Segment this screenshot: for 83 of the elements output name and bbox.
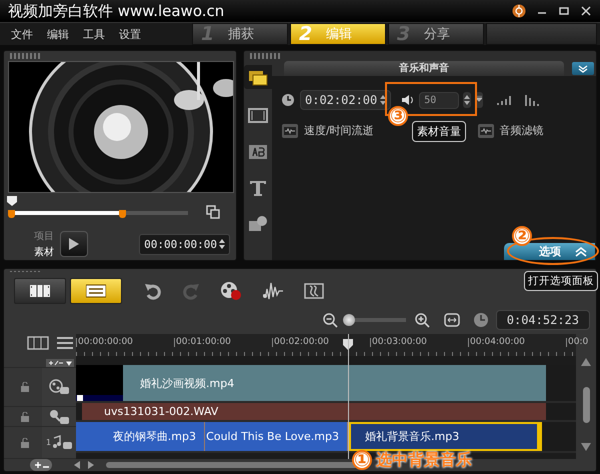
scrub-handle[interactable] <box>7 196 17 206</box>
clip[interactable]: 夜的钢琴曲.mp3 <box>76 422 205 451</box>
lock-icon[interactable] <box>20 412 30 422</box>
storyboard-icon <box>30 284 50 298</box>
maximize-icon[interactable] <box>558 5 570 17</box>
fade-in-icon[interactable] <box>497 95 514 105</box>
video-track-icon[interactable] <box>49 379 69 395</box>
add-track-icon[interactable] <box>30 459 52 471</box>
audio-waveform-icon[interactable] <box>262 281 284 301</box>
speaker-icon[interactable] <box>401 94 416 106</box>
track-manager-icon[interactable] <box>27 336 49 350</box>
menu-item[interactable]: 设置 <box>114 26 150 42</box>
tooltip: 素材音量 <box>412 121 466 142</box>
scrollbar-thumb[interactable] <box>582 386 590 422</box>
step-tab[interactable]: 3 分享 <box>388 23 484 45</box>
clip[interactable]: uvs131031-002.WAV <box>82 403 546 420</box>
auto-music-icon[interactable] <box>304 281 326 301</box>
lock-icon[interactable] <box>20 382 30 392</box>
collapse-button[interactable] <box>572 62 594 75</box>
ruler-label: 00:03:00:00 <box>370 338 468 347</box>
track-toggle-icon[interactable] <box>46 358 74 366</box>
ruler-label: 00:04:00:00 <box>468 338 566 347</box>
timecode-field[interactable]: 00:00:00:00 <box>139 234 230 254</box>
undo-icon[interactable] <box>144 282 162 300</box>
volume-spinner[interactable] <box>463 92 472 108</box>
scroll-left-icon[interactable] <box>74 461 80 469</box>
volume-field[interactable]: 50 <box>419 92 460 108</box>
app-logo-icon[interactable] <box>512 4 526 18</box>
step-tab[interactable]: 1 捕获 <box>192 23 288 45</box>
timeline-icon <box>86 284 106 298</box>
project-duration: 0:04:52:23 <box>496 310 590 330</box>
music-track-icon[interactable] <box>52 434 72 450</box>
clip[interactable]: Could This Be Love.mp3 <box>205 422 348 451</box>
mode-option[interactable]: 素材 <box>34 245 54 259</box>
spinner-icon <box>380 94 386 106</box>
options-button[interactable]: 选项 <box>504 243 595 260</box>
ruler-label: 00:00:00:00 <box>76 338 174 347</box>
scroll-up-icon[interactable] <box>581 358 591 366</box>
spinner-icon <box>219 238 225 250</box>
fit-to-window-icon[interactable] <box>444 313 460 327</box>
dropdown-icon <box>476 96 482 104</box>
film-reel-record-icon[interactable] <box>220 281 242 301</box>
spinner-icon <box>464 94 470 106</box>
media-tab-icon[interactable] <box>244 65 272 89</box>
trim-end-marker[interactable] <box>118 210 126 218</box>
clock-icon <box>282 94 294 106</box>
play-button[interactable] <box>60 231 88 257</box>
zoom-in-icon[interactable] <box>414 312 430 328</box>
ruler-label: 00:01:00:00 <box>174 338 272 347</box>
duration-field[interactable]: 0:02:02:00 <box>300 90 392 110</box>
speed-link[interactable]: 速度/时间流逝 <box>282 123 374 138</box>
play-icon <box>69 238 79 250</box>
ruler-label: 00:0 <box>566 338 600 347</box>
trim-start-marker[interactable] <box>8 210 15 218</box>
mode-option[interactable]: 项目 <box>34 229 54 243</box>
audio-filter-link[interactable]: 音频滤镜 <box>478 123 544 138</box>
tooltip: 打开选项面板 <box>524 271 598 291</box>
speed-icon <box>282 124 298 138</box>
menu-item[interactable]: 文件 <box>6 26 42 42</box>
scroll-down-icon[interactable] <box>581 443 591 451</box>
annotation-text: 选中背景音乐 <box>376 450 472 471</box>
clip[interactable]: 婚礼沙画视频.mp4 <box>76 365 546 401</box>
clock-icon <box>474 313 488 327</box>
panel-tab[interactable]: 音乐和声音 <box>284 61 564 76</box>
clip[interactable]: 婚礼背景音乐.mp3 <box>349 422 542 451</box>
timeline-view-button[interactable] <box>70 278 122 304</box>
menu-item[interactable]: 工具 <box>78 26 114 42</box>
menu-item[interactable]: 编辑 <box>42 26 78 42</box>
waveform-icon <box>478 124 494 138</box>
double-chevron-icon <box>578 64 588 72</box>
scroll-right-icon[interactable] <box>88 461 94 469</box>
effect-tab-icon[interactable] <box>247 213 269 233</box>
video-tab-icon[interactable] <box>247 105 269 125</box>
lock-icon[interactable] <box>20 438 30 448</box>
zoom-out-icon[interactable] <box>322 312 338 328</box>
double-chevron-icon <box>575 246 587 256</box>
fade-out-icon[interactable] <box>525 94 542 106</box>
window-title: 视频加旁白软件 www.leawo.cn <box>8 2 226 20</box>
storyboard-view-button[interactable] <box>14 278 66 304</box>
chapter-list-icon[interactable] <box>55 336 73 350</box>
close-icon[interactable] <box>580 5 592 17</box>
track-number: 1 <box>46 438 52 447</box>
copy-icon[interactable] <box>206 205 220 219</box>
